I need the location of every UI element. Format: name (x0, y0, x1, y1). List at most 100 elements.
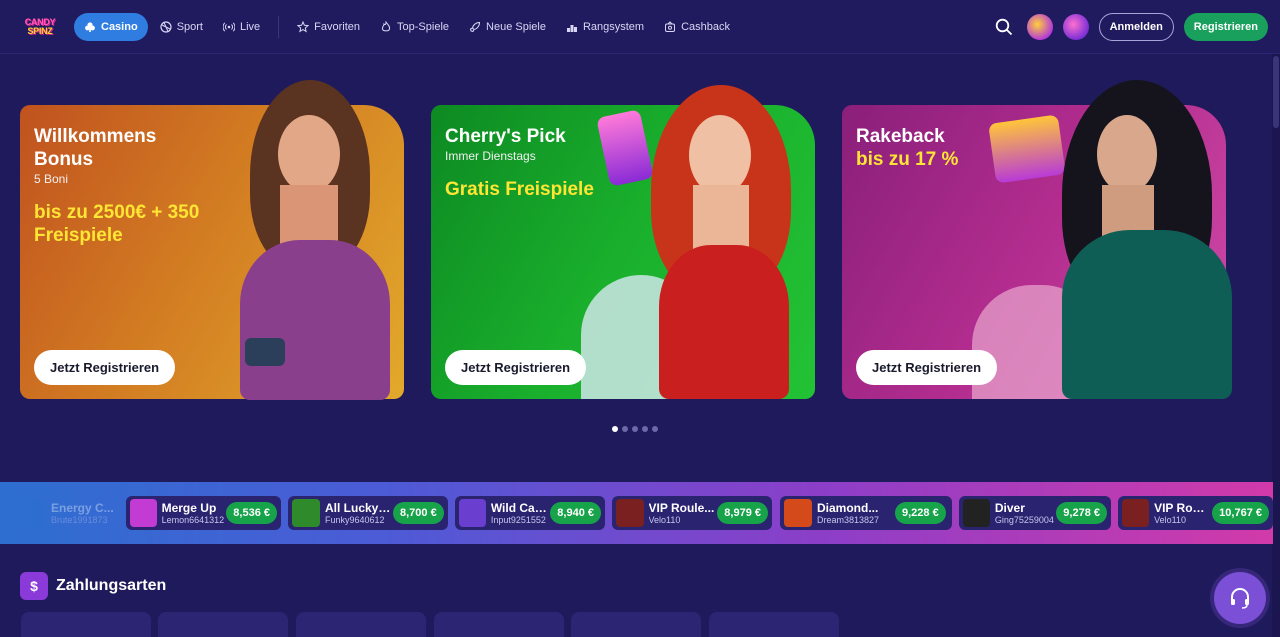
win-amount-badge: 10,767 € (1212, 502, 1269, 524)
login-button[interactable]: Anmelden (1098, 12, 1174, 41)
win-amount-badge: 9,228 € (895, 502, 946, 524)
carousel-dot-5[interactable] (652, 426, 658, 432)
game-thumbnail (616, 499, 644, 527)
register-now-button[interactable]: Jetzt Registrieren (34, 350, 176, 385)
nav-sport[interactable]: Sport (152, 13, 211, 41)
payment-method-card[interactable] (571, 612, 701, 637)
nav-sport-label: Sport (176, 20, 203, 33)
ticker-username: Velo110 (1154, 514, 1186, 525)
ticker-username: Velo110 (648, 514, 681, 525)
banner-title: Cherry's Pick (445, 126, 566, 147)
banner-rakeback[interactable]: Rakeback bis zu 17 % Jetzt Registrieren (842, 80, 1232, 399)
banner-title: Willkommens Bonus (34, 126, 157, 170)
megaphone-promo-icon[interactable] (1062, 13, 1089, 40)
gift-promo-icon[interactable] (1026, 13, 1053, 40)
ticker-item[interactable]: VIP Roule... Velo110 8,979 € (612, 496, 772, 530)
payment-method-card[interactable] (434, 612, 564, 637)
ticker-username: Dream3813827 (817, 514, 880, 525)
banner-woman-illustration (220, 80, 410, 400)
nav-live[interactable]: Live (215, 13, 268, 41)
ticker-item[interactable]: Merge Up Lemon6641312 8,536 € (126, 496, 281, 530)
ticker-game-name: Diver (994, 500, 1025, 515)
banner-title: Rakeback (856, 126, 945, 147)
ticker-game-name: Energy C... (51, 500, 114, 515)
nav-casino[interactable]: Casino (74, 12, 148, 41)
register-now-button[interactable]: Jetzt Registrieren (445, 350, 587, 385)
broadcast-icon (222, 21, 235, 32)
win-amount-badge: 8,979 € (717, 502, 768, 524)
banner-woman-illustration (621, 85, 831, 399)
nav-favoriten-label: Favoriten (314, 20, 361, 33)
ticker-username: Brute1991873 (51, 514, 108, 525)
payment-method-card[interactable] (709, 612, 839, 637)
banner-offer: Gratis Freispiele (445, 179, 594, 200)
win-amount-badge: 8,940 € (550, 502, 601, 524)
search-icon (995, 18, 1012, 35)
ticker-item[interactable]: Wild Cash Input9251552 8,940 € (455, 496, 605, 530)
banner-offer: bis zu 2500€ + 350 Freispiele (34, 202, 200, 246)
headset-icon (1231, 588, 1249, 609)
payment-coin-icon: $ (20, 572, 48, 600)
nav-cashback[interactable]: Cashback (656, 13, 738, 41)
ticker-item[interactable]: Energy C... Brute1991873 (14, 496, 135, 530)
nav-favoriten[interactable]: Favoriten (289, 13, 368, 41)
ticker-item[interactable]: Diamond... Dream3813827 9,228 € (780, 496, 952, 530)
game-thumbnail (963, 499, 990, 527)
ticker-item[interactable]: Diver Ging75259004 9,278 € (959, 496, 1111, 530)
club-icon (85, 21, 95, 32)
game-thumbnail (18, 499, 46, 527)
cashback-icon (665, 20, 676, 32)
win-amount-badge: 8,536 € (226, 502, 277, 524)
main-nav: Casino Sport Live Favoriten Top-Spiele N… (74, 12, 738, 41)
nav-neue-spiele[interactable]: Neue Spiele (461, 13, 554, 41)
payment-method-card[interactable] (158, 612, 288, 637)
carousel-dot-4[interactable] (642, 426, 648, 432)
banner-cherrys-pick[interactable]: Cherry's Pick Immer Dienstags Gratis Fre… (431, 85, 815, 399)
game-thumbnail (784, 499, 812, 527)
support-chat-button[interactable] (1214, 572, 1266, 624)
ticker-item[interactable]: VIP Roul... Velo110 10,767 € (1118, 496, 1273, 530)
payment-method-card[interactable] (21, 612, 151, 637)
nav-rangsystem[interactable]: Rangsystem (558, 13, 652, 41)
nav-top-spiele[interactable]: Top-Spiele (372, 13, 457, 41)
banner-welcome-bonus[interactable]: Willkommens Bonus 5 Boni bis zu 2500€ + … (20, 80, 404, 400)
register-button[interactable]: Registrieren (1183, 12, 1268, 41)
search-button[interactable] (991, 14, 1017, 40)
ticker-item[interactable]: All Lucky ... Funky9640612 8,700 € (288, 496, 448, 530)
win-amount-badge: 9,278 € (1056, 502, 1107, 524)
ball-icon (160, 20, 172, 33)
candy-spinz-logo[interactable]: CANDY SPINZ (20, 12, 60, 42)
game-thumbnail (1122, 499, 1150, 527)
ticker-username: Input9251552 (490, 514, 546, 525)
logo-line-2: SPINZ (27, 25, 53, 36)
payment-methods-title: Zahlungsarten (56, 577, 167, 594)
ranking-icon (566, 24, 577, 32)
payment-methods-heading: $ Zahlungsarten (20, 572, 166, 600)
nav-cashback-label: Cashback (681, 20, 731, 33)
banner-woman-illustration (1042, 80, 1242, 399)
payment-method-card[interactable] (296, 612, 426, 637)
top-navigation-bar: CANDY SPINZ Casino Sport Live Favoriten … (0, 0, 1280, 54)
carousel-dot-2[interactable] (622, 426, 628, 432)
header-actions: Anmelden Registrieren (991, 12, 1268, 41)
ticker-game-name: Merge Up (161, 500, 217, 515)
game-thumbnail (130, 499, 157, 527)
game-thumbnail (459, 499, 486, 527)
carousel-dot-3[interactable] (632, 426, 638, 432)
game-thumbnail (292, 499, 320, 527)
nav-neue-spiele-label: Neue Spiele (486, 20, 546, 33)
recent-wins-ticker: Energy C... Brute1991873 Merge Up Lemon6… (0, 482, 1273, 544)
banner-subtitle: 5 Boni (34, 172, 69, 186)
page-scrollbar[interactable] (1272, 54, 1280, 637)
nav-divider (278, 15, 280, 38)
carousel-dot-1[interactable] (612, 426, 618, 432)
scrollbar-thumb[interactable] (1273, 56, 1279, 128)
ticker-game-name: All Lucky ... (325, 500, 391, 515)
ticker-username: Lemon6641312 (161, 514, 225, 525)
register-now-button[interactable]: Jetzt Registrieren (856, 350, 998, 385)
nav-top-spiele-label: Top-Spiele (397, 20, 450, 33)
star-icon (297, 20, 310, 33)
banner-subtitle: Immer Dienstags (445, 149, 536, 163)
banner-offer: bis zu 17 % (856, 149, 959, 170)
rocket-icon (469, 21, 481, 32)
